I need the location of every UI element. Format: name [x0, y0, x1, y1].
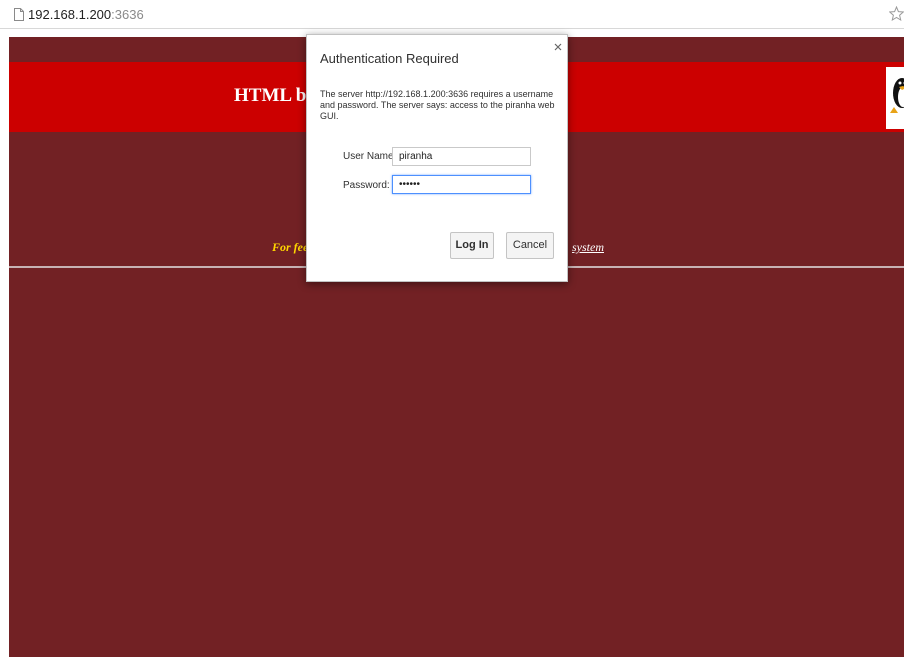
dialog-message: The server http://192.168.1.200:3636 req… [320, 89, 555, 121]
banner-title: HTML ba [234, 85, 316, 106]
url-host: 192.168.1.200 [28, 7, 112, 22]
password-input[interactable]: •••••• [392, 175, 531, 194]
feedback-text: For fee [272, 240, 309, 254]
username-label: User Name: [343, 151, 397, 162]
penguin-logo [886, 67, 904, 129]
star-icon[interactable] [889, 6, 904, 22]
penguin-logo-icon [890, 78, 904, 113]
page-icon [14, 8, 24, 21]
auth-dialog: Authentication Required The server http:… [306, 34, 568, 282]
address-bar[interactable]: 192.168.1.200:3636 [0, 0, 904, 29]
close-icon[interactable] [552, 41, 564, 53]
password-label: Password: [343, 180, 390, 191]
url-text[interactable]: 192.168.1.200:3636 [28, 7, 144, 22]
url-port: :3636 [111, 7, 144, 22]
username-input[interactable]: piranha [392, 147, 531, 166]
cancel-button[interactable]: Cancel [506, 232, 554, 259]
feedback-link[interactable]: system [572, 240, 604, 254]
dialog-title: Authentication Required [320, 51, 459, 66]
login-button[interactable]: Log In [450, 232, 494, 259]
